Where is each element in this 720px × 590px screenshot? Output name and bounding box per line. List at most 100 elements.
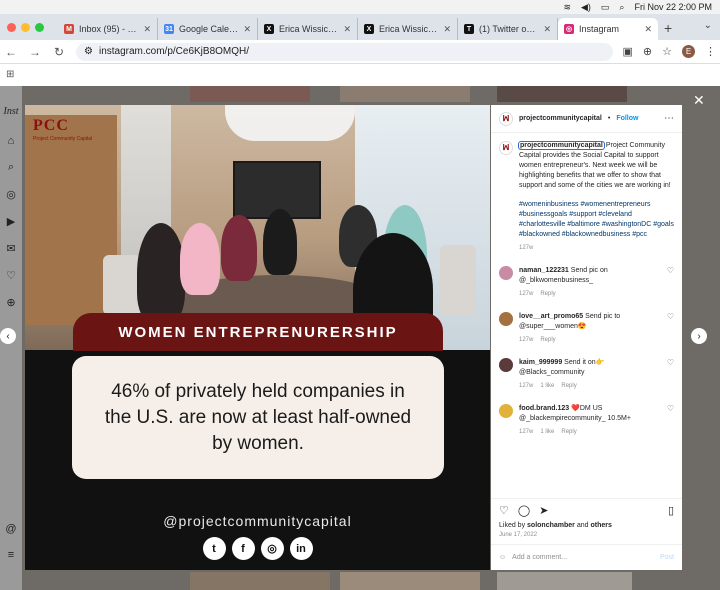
close-tab-icon[interactable]: ✕: [343, 24, 351, 35]
caption-hashtags[interactable]: #womeninbusiness #womenentrepreneurs #bu…: [519, 200, 674, 240]
back-icon[interactable]: ←: [4, 45, 18, 59]
ceiling-lamp: [225, 105, 355, 141]
caption-avatar[interactable]: ꟽ: [499, 141, 513, 155]
account-avatar[interactable]: ꟽ: [499, 111, 513, 126]
comment-age: 127w: [519, 429, 534, 435]
browser-tab[interactable]: M Inbox (95) - ew1 ✕: [58, 18, 158, 40]
reply-button[interactable]: Reply: [540, 335, 555, 345]
commenter-avatar[interactable]: [499, 404, 513, 418]
chair: [440, 245, 476, 315]
close-icon[interactable]: ✕: [693, 92, 705, 109]
reply-button[interactable]: Reply: [561, 381, 576, 391]
instagram-logo[interactable]: Inst: [4, 106, 19, 117]
close-tab-icon[interactable]: ✕: [243, 24, 251, 35]
browser-tab[interactable]: X Erica Wissick (@ ✕: [258, 18, 358, 40]
comment: kaim_999999 Send it on👉 @Blacks_communit…: [499, 358, 674, 391]
liked-by-others[interactable]: others: [590, 522, 611, 529]
browser-tab[interactable]: X Erica Wissick (@ ✕: [358, 18, 458, 40]
zoom-icon[interactable]: ⊕: [643, 45, 652, 58]
comment-like-icon[interactable]: ♡: [667, 312, 674, 322]
caption-age: 127w: [519, 245, 534, 251]
tab-title: Inbox (95) - ew1: [79, 24, 139, 34]
reply-button[interactable]: Reply: [561, 427, 576, 437]
reload-icon[interactable]: ↻: [52, 45, 66, 59]
bookmark-star-icon[interactable]: ☆: [662, 45, 672, 58]
close-tab-icon[interactable]: ✕: [644, 24, 652, 35]
post-actions: ♡ ◯ ➤ ▯: [491, 498, 682, 522]
forward-icon[interactable]: →: [28, 45, 42, 59]
commenter-username[interactable]: food.brand.123: [519, 405, 569, 412]
site-info-icon[interactable]: ⚙: [84, 46, 93, 57]
cast-icon[interactable]: ▣: [623, 45, 633, 58]
explore-icon[interactable]: ◎: [6, 188, 16, 201]
commenter-avatar[interactable]: [499, 312, 513, 326]
share-icon[interactable]: ➤: [539, 504, 548, 517]
search-icon[interactable]: ⌕: [8, 161, 14, 174]
comment-like-icon[interactable]: ♡: [667, 404, 674, 414]
more-options-icon[interactable]: ⋯: [664, 113, 674, 124]
follow-button[interactable]: Follow: [616, 115, 638, 122]
tab-strip: M Inbox (95) - ew1 ✕ 31 Google Calendar ✕ X Eri…: [0, 14, 720, 40]
comment-likes[interactable]: 1 like: [540, 381, 554, 391]
comment-like-icon[interactable]: ♡: [667, 266, 674, 276]
post-image[interactable]: PCC Project Community Capital WOMEN ENTR…: [25, 105, 490, 570]
reply-button[interactable]: Reply: [540, 289, 555, 299]
address-bar[interactable]: ⚙ instagram.com/p/Ce6KjB8OMQH/: [76, 42, 613, 61]
facebook-icon: f: [231, 537, 255, 560]
profile-avatar[interactable]: E: [682, 45, 695, 58]
person: [263, 209, 297, 275]
tab-title: Instagram: [579, 24, 620, 34]
pcc-logo: PCC Project Community Capital: [33, 117, 93, 142]
wifi-icon[interactable]: ≋: [563, 2, 571, 13]
linkedin-icon: in: [289, 537, 313, 560]
create-icon[interactable]: ⊕: [6, 296, 15, 309]
comments-area[interactable]: ꟽ projectcommunitycapital Project Commun…: [491, 133, 682, 498]
home-icon[interactable]: ⌂: [8, 135, 15, 147]
commenter-avatar[interactable]: [499, 358, 513, 372]
search-icon[interactable]: ⌕: [619, 2, 624, 13]
browser-tab[interactable]: 31 Google Calendar ✕: [158, 18, 258, 40]
close-tab-icon[interactable]: ✕: [543, 24, 551, 35]
volume-icon[interactable]: ◀): [581, 2, 591, 13]
close-window-button[interactable]: [7, 23, 16, 32]
menu-icon[interactable]: ⋮: [705, 45, 716, 58]
comment-like-icon[interactable]: ♡: [667, 358, 674, 368]
more-icon[interactable]: ≡: [8, 549, 14, 561]
new-tab-button[interactable]: +: [658, 20, 678, 40]
comment: naman_122231 Send pic on @_blkwomenbusin…: [499, 266, 674, 299]
minimize-window-button[interactable]: [21, 23, 30, 32]
tab-title: (1) Twitter on Sub: [479, 24, 538, 34]
commenter-username[interactable]: kaim_999999: [519, 359, 562, 366]
emoji-icon[interactable]: ☺: [499, 554, 506, 561]
commenter-username[interactable]: love__art_promo65: [519, 313, 583, 320]
background-tile: [190, 572, 330, 590]
browser-tab[interactable]: ◎ Instagram ✕: [558, 18, 658, 40]
threads-icon[interactable]: @: [5, 523, 16, 535]
add-comment-input[interactable]: Add a comment...: [512, 554, 567, 561]
close-tab-icon[interactable]: ✕: [143, 24, 151, 35]
liked-by-user[interactable]: solonchamber: [527, 522, 575, 529]
tab-title: Erica Wissick (@: [379, 24, 438, 34]
browser-tab[interactable]: T (1) Twitter on Sub ✕: [458, 18, 558, 40]
previous-post-arrow-icon[interactable]: ‹: [0, 328, 16, 344]
zoom-window-button[interactable]: [35, 23, 44, 32]
close-tab-icon[interactable]: ✕: [443, 24, 451, 35]
reels-icon[interactable]: ▶: [7, 215, 15, 228]
caption: ꟽ projectcommunitycapital Project Commun…: [499, 141, 674, 253]
commenter-username[interactable]: naman_122231: [519, 267, 569, 274]
post-comment-button[interactable]: Post: [660, 554, 674, 561]
commenter-avatar[interactable]: [499, 266, 513, 280]
background-tile: [497, 572, 632, 590]
apps-grid-icon[interactable]: ⊞: [6, 69, 14, 80]
battery-icon[interactable]: ▭: [601, 2, 610, 13]
save-icon[interactable]: ▯: [668, 504, 674, 517]
next-post-arrow-icon[interactable]: ›: [691, 328, 707, 344]
like-icon[interactable]: ♡: [499, 504, 509, 517]
tab-search-icon[interactable]: ⌄: [704, 20, 712, 31]
comment-icon[interactable]: ◯: [518, 504, 530, 517]
account-username[interactable]: projectcommunitycapital: [519, 115, 602, 122]
notifications-icon[interactable]: ♡: [6, 269, 16, 282]
comment-likes[interactable]: 1 like: [540, 427, 554, 437]
caption-username[interactable]: projectcommunitycapital: [518, 141, 605, 150]
messages-icon[interactable]: ✉: [6, 242, 15, 255]
